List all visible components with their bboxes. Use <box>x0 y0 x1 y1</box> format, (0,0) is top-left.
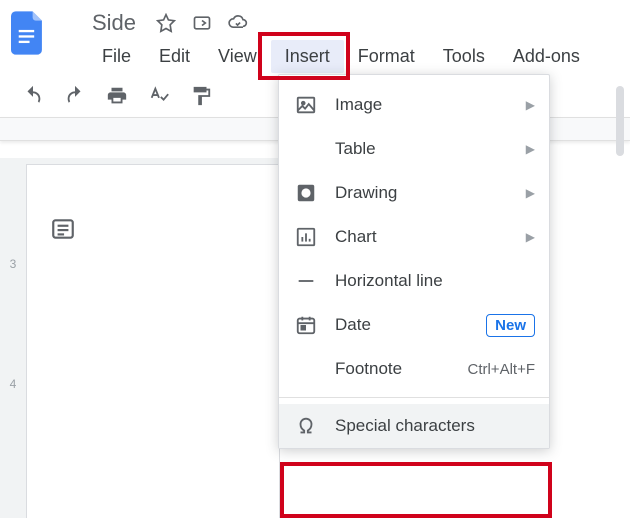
paint-format-icon[interactable] <box>190 85 212 107</box>
move-icon[interactable] <box>192 13 212 33</box>
chart-icon <box>293 224 319 250</box>
doc-title[interactable]: Side <box>92 10 136 36</box>
menu-addons[interactable]: Add-ons <box>499 40 594 73</box>
redo-icon[interactable] <box>64 85 86 107</box>
annotation-highlight-special <box>280 462 552 518</box>
menu-item-label: Drawing <box>335 183 526 203</box>
menu-item-special-characters[interactable]: Special characters <box>279 404 549 448</box>
menu-item-horizontal-line[interactable]: Horizontal line <box>279 259 549 303</box>
submenu-arrow-icon: ▶ <box>526 186 535 200</box>
menu-item-label: Horizontal line <box>335 271 535 291</box>
menu-tools[interactable]: Tools <box>429 40 499 73</box>
menu-item-table[interactable]: Table ▶ <box>279 127 549 171</box>
menu-view[interactable]: View <box>204 40 271 73</box>
vertical-ruler: 3 4 <box>2 164 24 518</box>
menu-file[interactable]: File <box>88 40 145 73</box>
blank-icon <box>293 136 319 162</box>
menu-edit[interactable]: Edit <box>145 40 204 73</box>
menu-item-label: Image <box>335 95 526 115</box>
keyboard-shortcut: Ctrl+Alt+F <box>467 361 535 378</box>
scrollbar[interactable] <box>616 80 626 380</box>
menu-item-footnote[interactable]: Footnote Ctrl+Alt+F <box>279 347 549 391</box>
menu-item-label: Chart <box>335 227 526 247</box>
menu-insert[interactable]: Insert <box>271 40 344 73</box>
drawing-icon <box>293 180 319 206</box>
docs-logo[interactable] <box>8 6 48 60</box>
menu-bar: File Edit View Insert Format Tools Add-o… <box>64 36 594 73</box>
menu-item-drawing[interactable]: Drawing ▶ <box>279 171 549 215</box>
spellcheck-icon[interactable] <box>148 85 170 107</box>
menu-format[interactable]: Format <box>344 40 429 73</box>
menu-item-label: Table <box>335 139 526 159</box>
insert-menu: Image ▶ Table ▶ Drawing ▶ Chart ▶ Horizo… <box>278 74 550 449</box>
undo-icon[interactable] <box>22 85 44 107</box>
submenu-arrow-icon: ▶ <box>526 98 535 112</box>
star-icon[interactable] <box>156 13 176 33</box>
horizontal-line-icon <box>293 268 319 294</box>
scrollbar-thumb[interactable] <box>616 86 624 156</box>
calendar-icon <box>293 312 319 338</box>
menu-item-label: Footnote <box>335 359 467 379</box>
new-badge: New <box>486 314 535 337</box>
blank-icon <box>293 356 319 382</box>
image-icon <box>293 92 319 118</box>
menu-item-image[interactable]: Image ▶ <box>279 83 549 127</box>
cloud-icon[interactable] <box>228 13 248 33</box>
print-icon[interactable] <box>106 85 128 107</box>
submenu-arrow-icon: ▶ <box>526 142 535 156</box>
outline-icon[interactable] <box>50 216 76 247</box>
omega-icon <box>293 413 319 439</box>
menu-item-label: Date <box>335 315 486 335</box>
menu-separator <box>279 397 549 398</box>
menu-item-chart[interactable]: Chart ▶ <box>279 215 549 259</box>
menu-item-label: Special characters <box>335 416 535 436</box>
menu-item-date[interactable]: Date New <box>279 303 549 347</box>
submenu-arrow-icon: ▶ <box>526 230 535 244</box>
